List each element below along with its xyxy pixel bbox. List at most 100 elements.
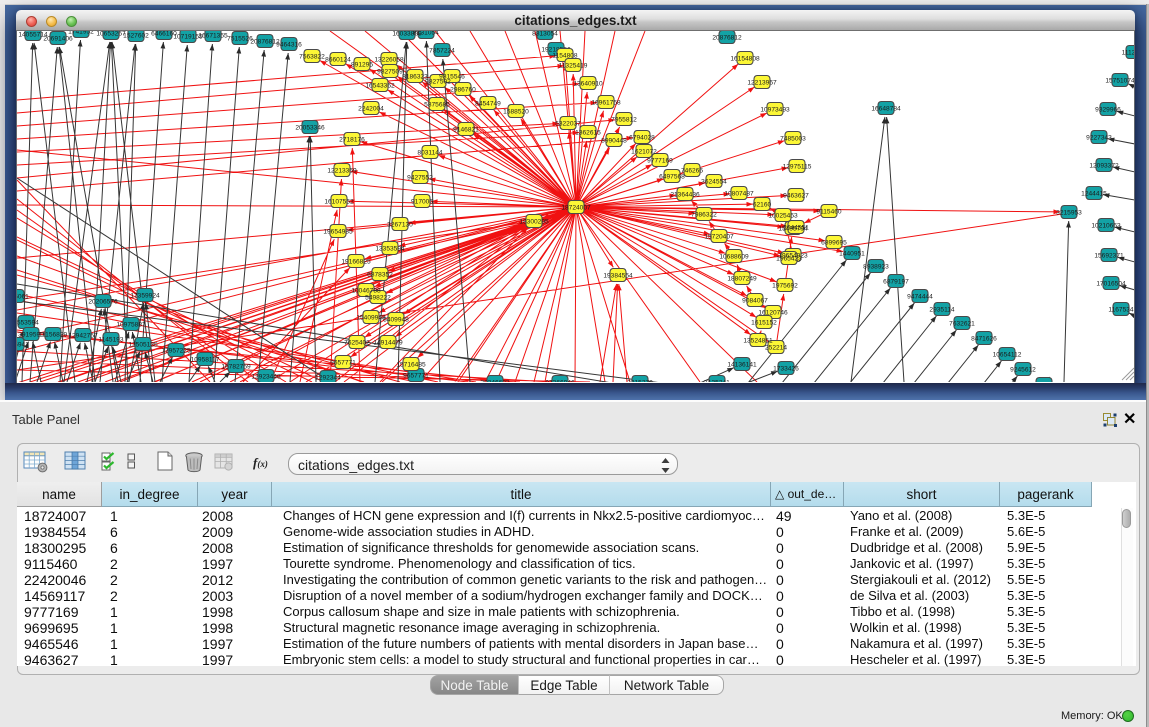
svg-text:5498222: 5498222 [365, 294, 391, 301]
svg-text:16782759: 16782759 [221, 363, 251, 370]
svg-text:10046788: 10046788 [351, 287, 381, 294]
svg-text:1440951: 1440951 [839, 250, 865, 257]
svg-text:10025453: 10025453 [768, 212, 798, 219]
svg-text:17957225: 17957225 [161, 347, 191, 354]
svg-text:252214: 252214 [765, 344, 787, 351]
svg-text:15692371: 15692371 [1094, 252, 1124, 259]
svg-text:9115460: 9115460 [816, 208, 842, 215]
svg-text:1621072: 1621072 [631, 148, 657, 155]
svg-text:8031144: 8031144 [417, 149, 443, 156]
svg-text:97366946: 97366946 [545, 379, 575, 382]
svg-text:10973493: 10973493 [760, 106, 790, 113]
svg-text:16648784: 16648784 [871, 105, 901, 112]
svg-text:21364436: 21364436 [670, 191, 700, 198]
svg-text:1588520: 1588520 [503, 108, 529, 115]
svg-text:13640910: 13640910 [573, 80, 603, 87]
svg-text:7986322: 7986322 [691, 211, 717, 218]
svg-text:9815546: 9815546 [439, 73, 465, 80]
svg-text:8813054: 8813054 [532, 31, 558, 37]
svg-text:16154808: 16154808 [730, 55, 760, 62]
svg-text:14914479: 14914479 [373, 339, 403, 346]
svg-text:12213369: 12213369 [327, 167, 357, 174]
svg-text:12923448: 12923448 [251, 373, 281, 380]
svg-text:9227343: 9227343 [1086, 134, 1112, 141]
svg-text:1362615: 1362615 [575, 129, 601, 136]
svg-text:15751074: 15751074 [1105, 77, 1135, 84]
svg-text:18807249: 18807249 [727, 275, 757, 282]
svg-text:9463627: 9463627 [783, 192, 809, 199]
svg-text:7625402: 7625402 [344, 339, 370, 346]
svg-text:1615152: 1615152 [751, 319, 777, 326]
svg-text:11156829: 11156829 [39, 331, 68, 338]
svg-text:917006: 917006 [411, 198, 433, 205]
svg-text:f(x): f(x) [253, 455, 268, 470]
svg-text:15716485: 15716485 [396, 361, 426, 368]
svg-text:8471626: 8471626 [971, 335, 997, 342]
svg-text:9084067: 9084067 [742, 297, 768, 304]
svg-text:10975887: 10975887 [116, 321, 146, 328]
svg-text:12942757: 12942757 [68, 332, 98, 339]
svg-text:9657771: 9657771 [330, 359, 356, 366]
svg-text:9657771: 9657771 [403, 372, 429, 379]
svg-text:1975692: 1975692 [772, 282, 798, 289]
svg-text:18724007: 18724007 [561, 204, 591, 211]
svg-text:1244415: 1244415 [1081, 190, 1107, 197]
svg-text:1154808: 1154808 [552, 52, 578, 59]
svg-text:6878352: 6878352 [367, 271, 393, 278]
svg-text:13353594: 13353594 [375, 245, 405, 252]
svg-text:7135241: 7135241 [704, 379, 730, 382]
svg-text:8938923: 8938923 [863, 263, 889, 270]
svg-text:7632621: 7632621 [949, 320, 975, 327]
svg-text:9427552: 9427552 [407, 174, 433, 181]
svg-text:4553594: 4553594 [17, 319, 39, 326]
svg-text:10958117: 10958117 [191, 356, 220, 363]
svg-text:12505135: 12505135 [128, 341, 158, 348]
svg-text:1733426: 1733426 [773, 365, 799, 372]
svg-text:3267130: 3267130 [387, 221, 413, 228]
svg-text:10807487: 10807487 [724, 190, 754, 197]
svg-text:7515526: 7515526 [227, 35, 253, 42]
svg-text:2242004: 2242004 [358, 105, 384, 112]
svg-text:10210663: 10210663 [1091, 222, 1121, 229]
svg-text:19166825: 19166825 [341, 258, 371, 265]
svg-text:11325419: 11325419 [559, 62, 588, 69]
svg-text:62160: 62160 [753, 201, 772, 208]
svg-text:9464316: 9464316 [276, 41, 302, 48]
svg-text:9245032: 9245032 [1031, 381, 1057, 382]
svg-text:9146821: 9146821 [453, 126, 479, 133]
svg-text:13524851: 13524851 [743, 337, 773, 344]
svg-text:12213967: 12213967 [747, 79, 777, 86]
svg-text:7485003: 7485003 [780, 135, 806, 142]
svg-text:9827509: 9827509 [377, 68, 403, 75]
svg-text:16107552: 16107552 [324, 198, 354, 205]
svg-text:12975115: 12975115 [783, 163, 812, 170]
svg-text:1167534: 1167534 [1108, 306, 1134, 313]
svg-text:10654112: 10654112 [993, 351, 1022, 358]
svg-text:8660124: 8660124 [325, 56, 351, 63]
svg-text:3915941: 3915941 [17, 341, 29, 348]
svg-text:5535061: 5535061 [17, 293, 29, 300]
svg-text:16671355: 16671355 [198, 32, 228, 39]
svg-text:20053346: 20053346 [295, 124, 325, 131]
svg-text:9329966: 9329966 [1095, 106, 1121, 113]
svg-text:7563822: 7563822 [299, 53, 325, 60]
svg-text:6497568: 6497568 [659, 173, 685, 180]
svg-text:7857224: 7857224 [429, 47, 455, 54]
svg-text:9474444: 9474444 [907, 293, 933, 300]
svg-text:6879197: 6879197 [883, 278, 909, 285]
svg-text:1292344: 1292344 [315, 374, 341, 381]
svg-text:1965423: 1965423 [776, 255, 802, 262]
svg-text:14136141: 14136141 [727, 361, 757, 368]
svg-text:891295: 891295 [351, 61, 373, 68]
svg-text:2935114: 2935114 [929, 306, 955, 313]
svg-text:17359924: 17359924 [130, 292, 160, 299]
svg-text:7955812: 7955812 [611, 116, 637, 123]
svg-text:16961758: 16961758 [591, 99, 621, 106]
svg-text:1145193: 1145193 [98, 336, 124, 343]
svg-text:16120746: 16120746 [758, 309, 788, 316]
svg-text:5322037: 5322037 [555, 120, 581, 127]
svg-text:10688609: 10688609 [719, 253, 749, 260]
svg-text:30246633: 30246633 [480, 379, 510, 382]
svg-text:1741952: 1741952 [68, 31, 94, 35]
svg-text:19654985: 19654985 [323, 228, 353, 235]
